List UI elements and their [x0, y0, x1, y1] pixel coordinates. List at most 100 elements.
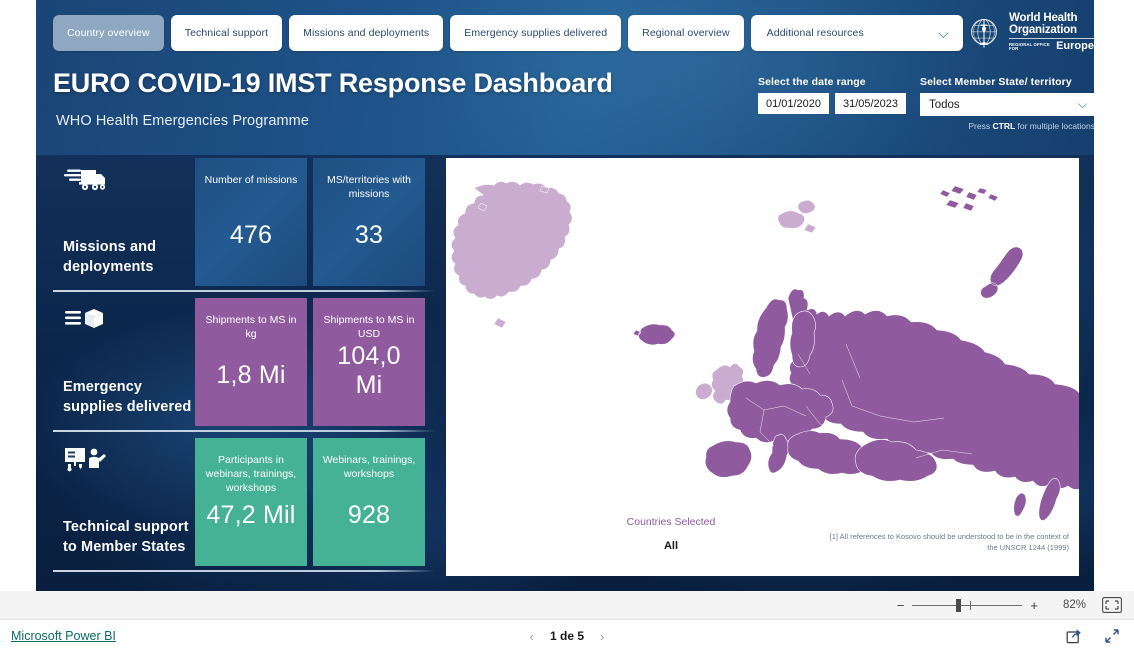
report-canvas: Country overview Technical support Missi…	[36, 0, 1094, 591]
kpi-section-title: Technical support to Member States	[63, 518, 189, 556]
member-state-label: Select Member State/ territory	[920, 76, 1072, 88]
kpi-panel: Missions and deployments Number of missi…	[53, 158, 435, 578]
who-divider	[1009, 38, 1094, 40]
kpi-section-emergency-supplies-delivered: Emergency supplies delivered Shipments t…	[53, 298, 435, 432]
who-line-2: Organization	[1009, 24, 1077, 37]
europe-choropleth-map	[450, 181, 1079, 521]
zoom-slider-thumb[interactable]	[956, 598, 962, 612]
kpi-card-shipments-to-ms-in-kg[interactable]: Shipments to MS in kg 1,8 Mi	[195, 298, 307, 426]
kpi-section-divider	[53, 430, 435, 432]
kpi-card-value: 928	[347, 501, 391, 529]
kpi-section-technical-support-to-member-states: Technical support to Member States Parti…	[53, 438, 435, 572]
tab-label: Technical support	[184, 27, 269, 39]
kpi-card-value: 33	[354, 221, 384, 249]
kpi-card-label: Shipments to MS in USD	[323, 314, 415, 340]
kpi-card-value: 47,2 Mil	[206, 501, 296, 529]
kpi-section-divider	[53, 570, 435, 572]
kpi-section-title: Emergency supplies delivered	[63, 378, 192, 416]
member-state-value: Todos	[929, 98, 960, 111]
hint-bold: CTRL	[992, 121, 1016, 131]
zoom-slider-tick	[970, 600, 972, 610]
chevron-down-icon: ⌵	[1077, 97, 1087, 111]
zoom-toolbar: − + 82%	[0, 591, 1134, 620]
date-range-label: Select the date range	[758, 76, 866, 88]
zoom-percentage: 82%	[1062, 599, 1086, 611]
tab-country-overview[interactable]: Country overview	[53, 15, 164, 51]
map-footnote: [1] All references to Kosovo should be u…	[829, 531, 1069, 553]
kpi-section-divider	[53, 290, 435, 292]
tab-label: Regional overview	[642, 27, 730, 39]
map-region-greenland	[450, 181, 573, 329]
who-region-label: Europe	[1056, 40, 1094, 53]
next-page-button[interactable]: ›	[600, 629, 604, 644]
tab-additional-resources[interactable]: Additional resources ⌵	[750, 15, 963, 51]
who-line-1: World Health	[1009, 12, 1078, 24]
tab-technical-support[interactable]: Technical support	[170, 15, 283, 51]
date-range-slicer: Select the date range 01/01/2020 31/05/2…	[758, 76, 923, 114]
date-end-input[interactable]: 31/05/2023	[835, 93, 906, 114]
kpi-card-shipments-to-ms-in-usd[interactable]: Shipments to MS in USD 104,0 Mi	[313, 298, 425, 426]
status-bar-actions	[1066, 628, 1120, 644]
kpi-card-label: Number of missions	[204, 174, 298, 186]
tab-regional-overview[interactable]: Regional overview	[628, 15, 744, 51]
countries-selected-value: All	[663, 540, 679, 552]
training-presentation-icon	[65, 448, 106, 472]
countries-selected-card: Countries Selected All	[581, 516, 761, 552]
kpi-card-webinars-trainings-workshops[interactable]: Webinars, trainings, workshops 928	[313, 438, 425, 566]
map-region-svalbard	[777, 200, 817, 234]
navigation-tabs: Country overview Technical support Missi…	[53, 15, 963, 51]
kpi-card-label: MS/territories with missions	[326, 174, 411, 200]
kpi-cards: Participants in webinars, trainings, wor…	[195, 438, 425, 566]
page-navigation: ‹ 1 de 5 ›	[0, 629, 1134, 644]
who-regional-office-label: REGIONAL OFFICE FOR	[1009, 41, 1050, 52]
member-state-hint: Press CTRL for multiple locations	[920, 121, 1094, 131]
kpi-card-number-of-missions[interactable]: Number of missions 476	[195, 158, 307, 286]
truck-icon	[64, 169, 106, 191]
who-wordmark: World Health Organization REGIONAL OFFIC…	[1009, 12, 1094, 53]
hint-pre: Press	[968, 121, 993, 131]
who-emblem-icon	[971, 18, 997, 48]
kpi-card-label: Webinars, trainings, workshops	[322, 454, 416, 480]
hint-post: for multiple locations	[1015, 121, 1094, 131]
kpi-card-label: Shipments to MS in kg	[205, 314, 297, 340]
tab-label: Additional resources	[766, 27, 864, 39]
map-region-iceland	[632, 323, 676, 346]
kpi-card-value: 104,0 Mi	[337, 341, 401, 399]
page-indicator: 1 de 5	[549, 629, 585, 643]
zoom-slider[interactable]	[912, 598, 1023, 612]
previous-page-button[interactable]: ‹	[530, 629, 534, 644]
map-visual[interactable]: Countries Selected All [1] All reference…	[446, 158, 1079, 576]
kpi-card-value: 476	[229, 221, 273, 249]
tab-label: Missions and deployments	[303, 27, 430, 39]
date-start-input[interactable]: 01/01/2020	[758, 93, 829, 114]
kpi-card-label: Participants in webinars, trainings, wor…	[205, 454, 297, 494]
map-region-eurasia-selected	[704, 288, 1079, 521]
tab-label: Emergency supplies delivered	[464, 27, 608, 39]
tab-missions-and-deployments[interactable]: Missions and deployments	[289, 15, 444, 51]
map-region-arctic-islands	[939, 185, 999, 212]
member-state-slicer: Select Member State/ territory Todos ⌵ P…	[920, 76, 1094, 131]
fullscreen-icon[interactable]	[1104, 628, 1120, 644]
fit-to-page-icon[interactable]	[1102, 597, 1122, 613]
kpi-section-header: Missions and deployments	[53, 158, 193, 286]
status-bar: Microsoft Power BI ‹ 1 de 5 ›	[0, 620, 1134, 652]
page-title: EURO COVID-19 IMST Response Dashboard	[53, 68, 613, 98]
kpi-section-header: Technical support to Member States	[53, 438, 193, 566]
zoom-out-button[interactable]: −	[891, 599, 911, 612]
supplies-box-icon	[65, 309, 103, 328]
kpi-cards: Shipments to MS in kg 1,8 Mi Shipments t…	[195, 298, 425, 426]
power-bi-report-viewer: Country overview Technical support Missi…	[0, 0, 1134, 652]
zoom-in-button[interactable]: +	[1024, 599, 1044, 612]
member-state-dropdown[interactable]: Todos ⌵	[920, 93, 1094, 116]
kpi-cards: Number of missions 476 MS/territories wi…	[195, 158, 425, 286]
kpi-card-value: 1,8 Mi	[216, 361, 286, 389]
chevron-down-icon: ⌵	[937, 25, 949, 41]
page-subtitle: WHO Health Emergencies Programme	[56, 113, 309, 129]
kpi-card-ms-territories-with-missions[interactable]: MS/territories with missions 33	[313, 158, 425, 286]
countries-selected-label: Countries Selected	[626, 516, 716, 528]
share-icon[interactable]	[1066, 628, 1082, 644]
tab-emergency-supplies-delivered[interactable]: Emergency supplies delivered	[450, 15, 622, 51]
map-region-novaya-zemlya	[980, 246, 1024, 299]
kpi-card-participants-in-webinars[interactable]: Participants in webinars, trainings, wor…	[195, 438, 307, 566]
who-logo: World Health Organization REGIONAL OFFIC…	[966, 12, 1094, 53]
